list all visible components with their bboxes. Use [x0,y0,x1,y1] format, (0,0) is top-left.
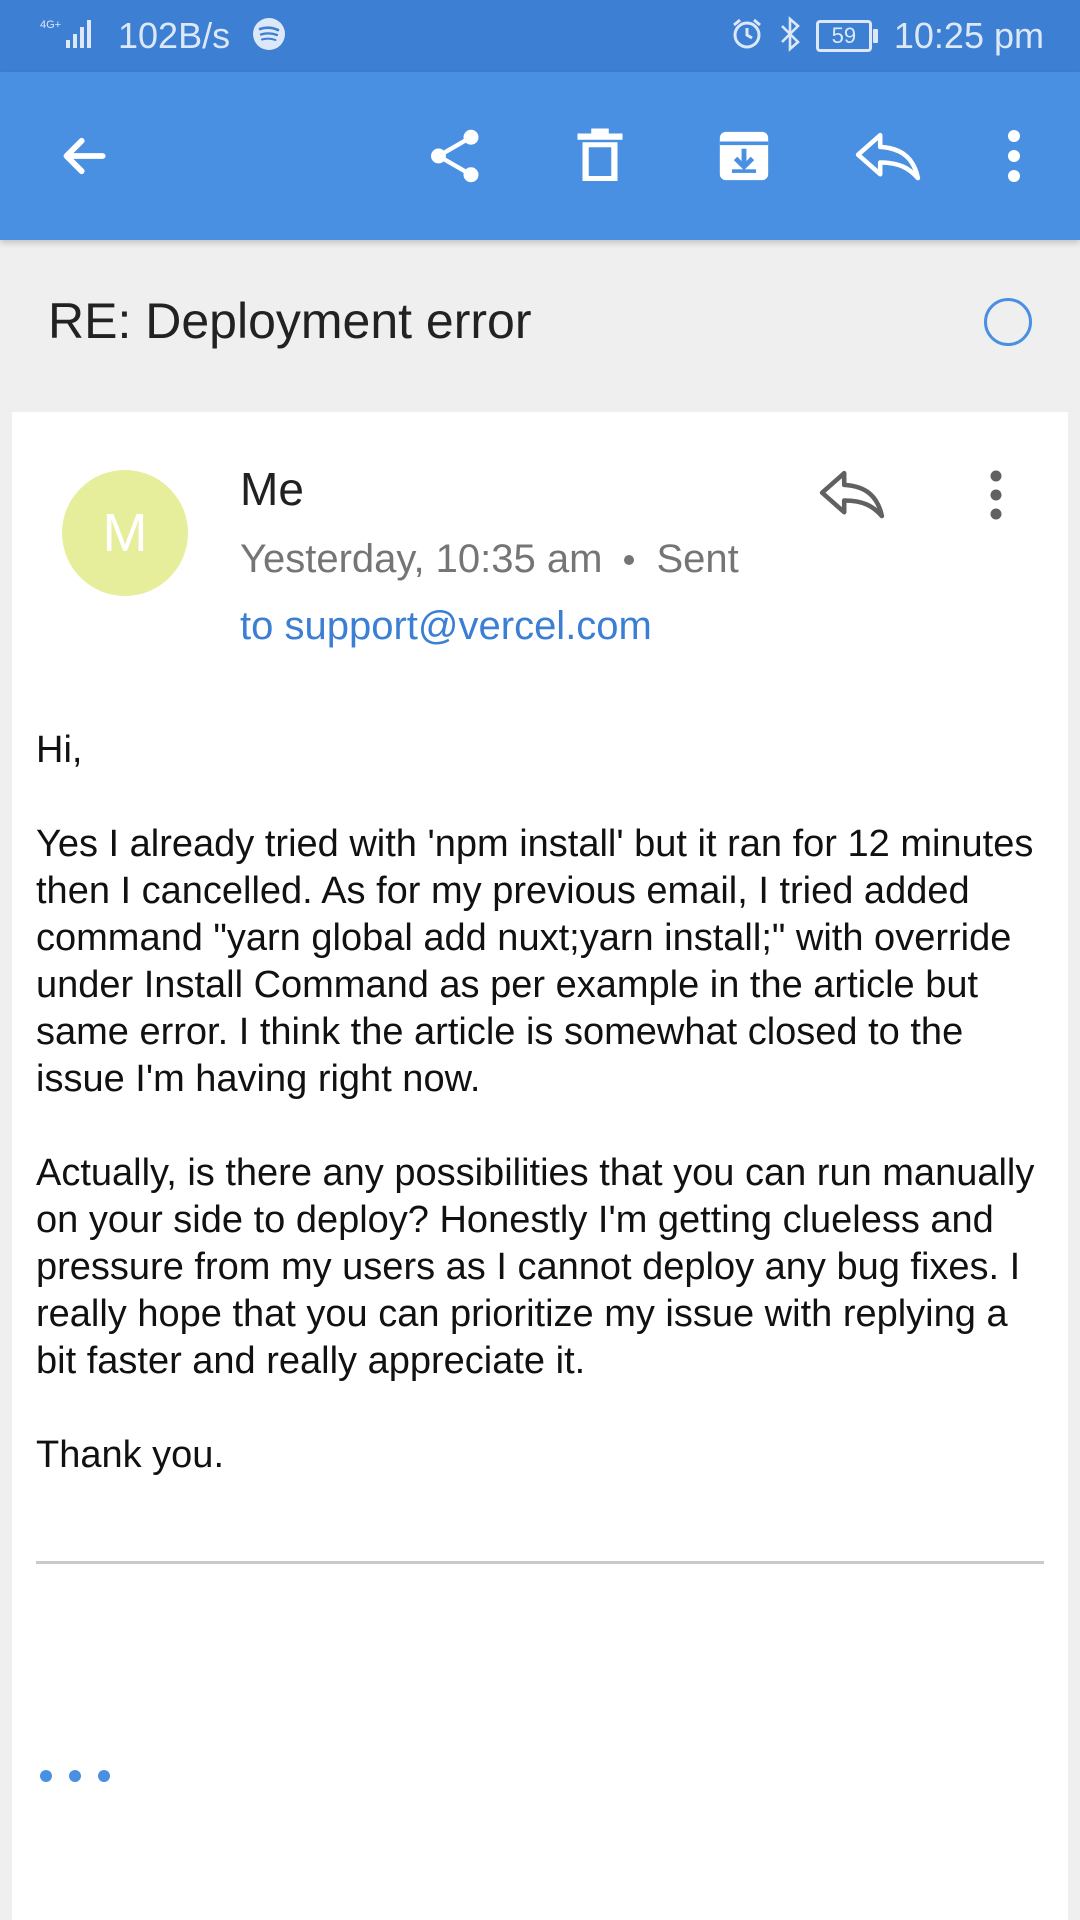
star-circle-icon[interactable] [984,298,1032,346]
signal-icon: 4G+ [40,16,96,57]
alarm-icon [730,17,764,56]
share-icon [431,129,479,183]
separator-dot [624,554,635,565]
archive-button[interactable] [704,72,784,240]
delete-button[interactable] [560,72,640,240]
body-paragraph: Actually, is there any possibilities tha… [36,1152,1035,1382]
avatar[interactable]: M [62,470,188,596]
message-status: Sent [656,537,739,581]
signature-divider [36,1561,1044,1564]
reply-icon [855,132,921,181]
delete-icon [577,128,623,181]
share-button[interactable] [416,72,496,240]
more-vert-icon [1008,130,1020,182]
spotify-icon [252,17,286,56]
message-more-button[interactable] [976,462,1016,528]
archive-icon [719,131,769,181]
ellipsis-icon[interactable] [40,1770,110,1782]
status-bar: 4G+ 102B/s 59 10:25 pm [0,0,1080,72]
network-speed: 102B/s [118,15,231,56]
clock: 10:25 pm [893,15,1044,56]
message-date: Yesterday, 10:35 am [240,537,603,581]
subject-row: RE: Deployment error [0,240,1080,410]
sender-name: Me [240,463,304,515]
back-button[interactable] [44,72,124,240]
more-vert-icon [990,470,1002,520]
email-subject: RE: Deployment error [48,293,532,349]
dot [40,1770,52,1782]
dot [98,1770,110,1782]
body-paragraph: Yes I already tried with 'npm install' b… [36,823,1034,1100]
battery-icon: 59 [815,20,878,52]
app-bar [0,72,1080,240]
reply-button[interactable] [848,72,928,240]
bluetooth-icon [778,15,802,57]
dot [69,1770,81,1782]
recipient-link[interactable]: to support@vercel.com [240,604,652,649]
more-options-button[interactable] [990,72,1038,240]
reply-icon [819,470,885,519]
message-body: Hi, Yes I already tried with 'npm instal… [36,727,1046,1526]
back-arrow-icon [63,137,106,175]
body-paragraph: Thank you. [36,1434,224,1476]
message-reply-button[interactable] [812,458,892,530]
svg-text:4G+: 4G+ [40,19,61,31]
message-meta: Yesterday, 10:35 am Sent [240,537,739,582]
body-paragraph: Hi, [36,729,83,771]
